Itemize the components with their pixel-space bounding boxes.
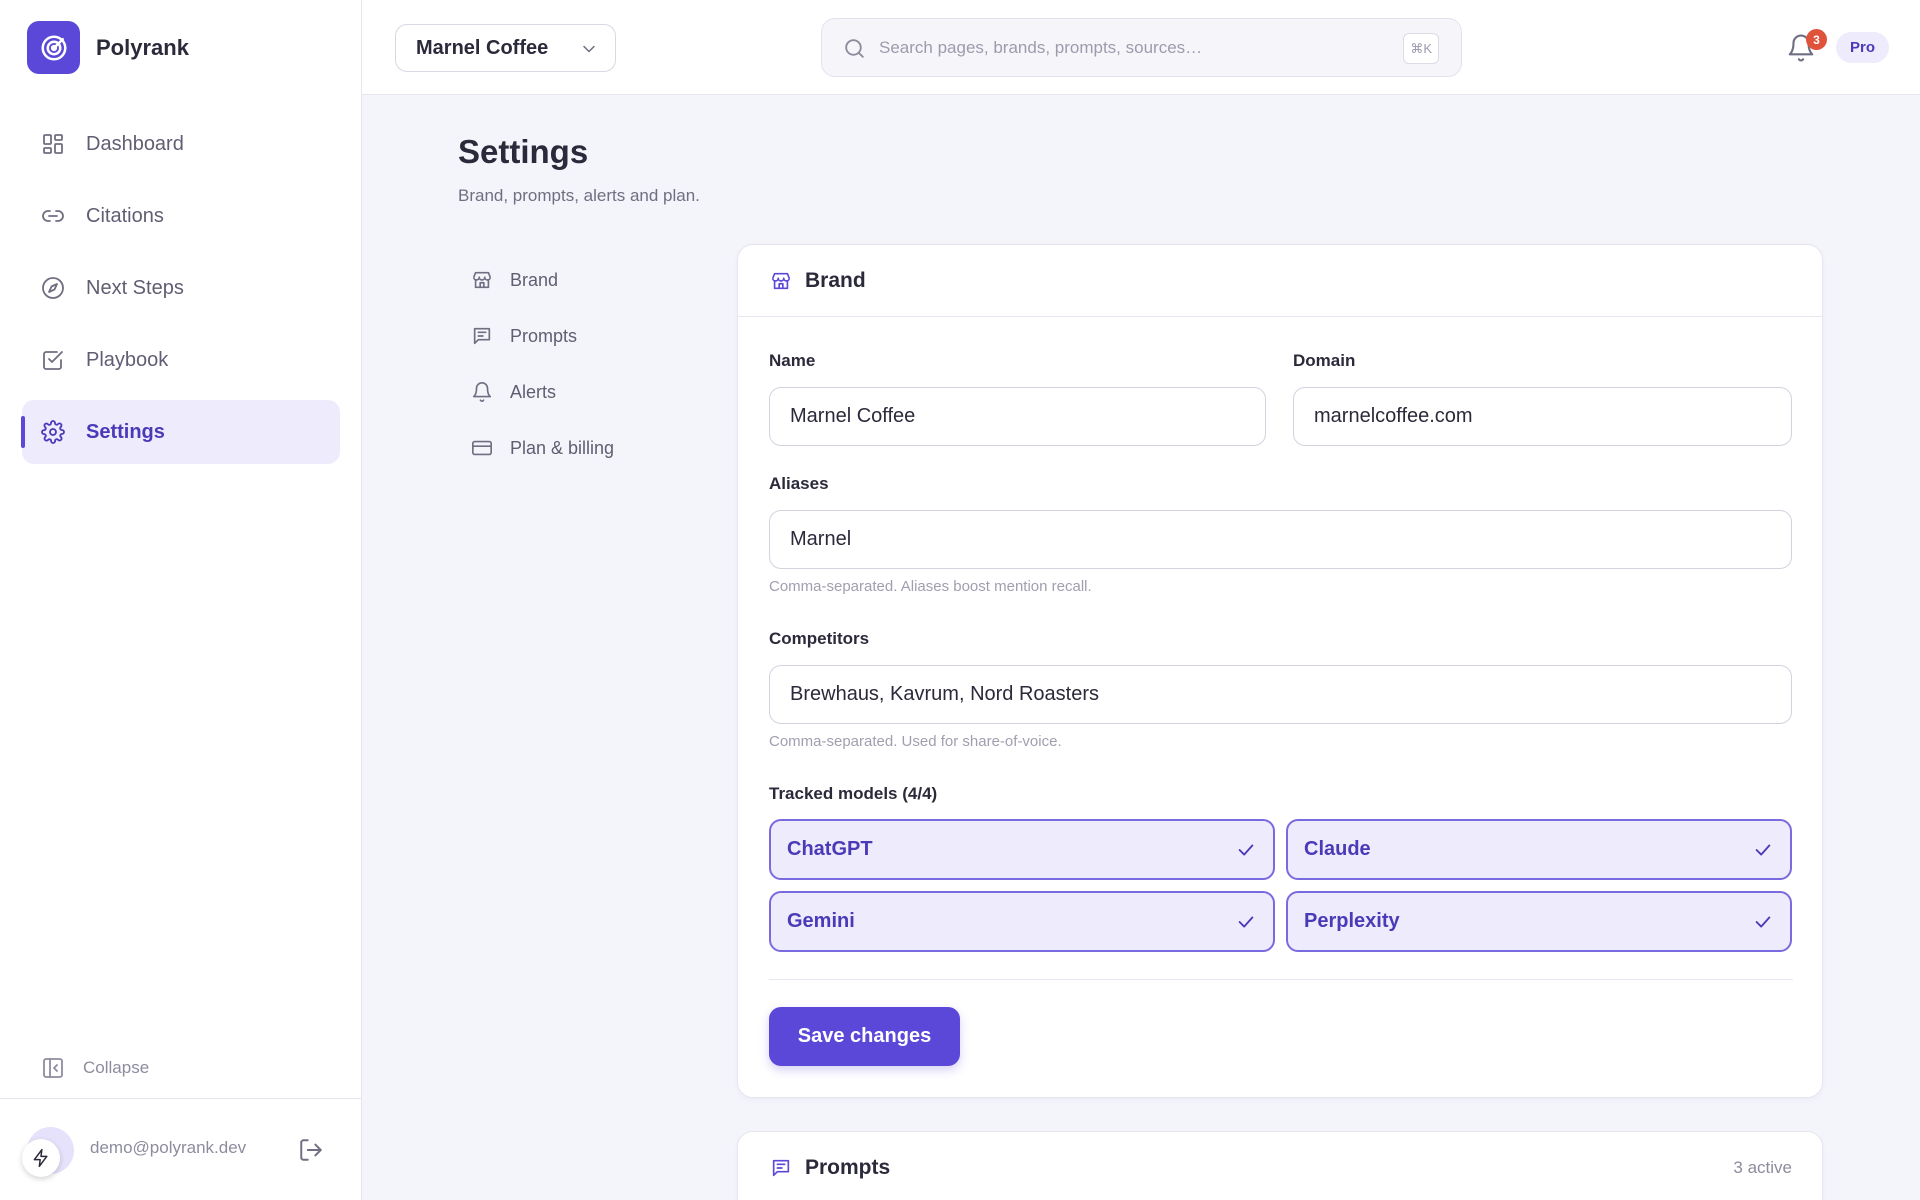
check-icon: [1235, 839, 1257, 861]
store-icon: [769, 269, 793, 293]
aliases-field[interactable]: [769, 510, 1792, 569]
subnav-item-label: Brand: [510, 269, 559, 290]
model-label: Gemini: [787, 910, 855, 932]
domain-label: Domain: [1293, 351, 1356, 370]
prompts-card-header: Prompts 3 active: [738, 1132, 1822, 1200]
subnav-item-plan-billing[interactable]: Plan & billing: [470, 420, 690, 476]
collapse-icon: [41, 1056, 65, 1080]
page-subtitle: Brand, prompts, alerts and plan.: [458, 186, 700, 205]
prompts-active-count: 3 active: [1733, 1158, 1792, 1177]
brand-selector-value: Marnel Coffee: [416, 36, 549, 59]
search-bar: ⌘K: [821, 18, 1462, 77]
notification-count-badge: 3: [1806, 29, 1827, 50]
sidebar-item-dashboard[interactable]: Dashboard: [22, 112, 340, 176]
main-nav: Dashboard Citations Next Steps Playbook …: [21, 112, 340, 472]
domain-field[interactable]: [1293, 387, 1792, 446]
link-icon: [40, 203, 66, 229]
search-shortcut: ⌘K: [1403, 33, 1439, 64]
chevron-down-icon: [579, 39, 599, 59]
sidebar-item-playbook[interactable]: Playbook: [22, 328, 340, 392]
model-toggle-chatgpt[interactable]: ChatGPT: [769, 819, 1275, 880]
sidebar-item-label: Playbook: [86, 348, 169, 371]
check-icon: [1235, 911, 1257, 933]
subnav-item-label: Plan & billing: [510, 437, 615, 458]
name-field[interactable]: [769, 387, 1266, 446]
brand-selector[interactable]: Marnel Coffee: [395, 24, 616, 72]
aliases-label: Aliases: [769, 474, 829, 493]
model-toggle-claude[interactable]: Claude: [1286, 819, 1792, 880]
collapse-button[interactable]: Collapse: [41, 1056, 149, 1080]
bolt-icon[interactable]: [22, 1139, 60, 1177]
sidebar-item-next-steps[interactable]: Next Steps: [22, 256, 340, 320]
name-label: Name: [769, 351, 816, 370]
user-footer: demo@polyrank.dev: [0, 1098, 362, 1200]
prompts-card: Prompts 3 active: [737, 1131, 1823, 1200]
check-icon: [1752, 911, 1774, 933]
bell-icon: [470, 380, 494, 404]
model-toggle-perplexity[interactable]: Perplexity: [1286, 891, 1792, 952]
page-title: Settings: [458, 133, 589, 170]
grid-icon: [40, 131, 66, 157]
brand-card: Brand Name Domain Aliases Comma-separate…: [737, 244, 1823, 1098]
subnav-item-prompts[interactable]: Prompts: [470, 308, 690, 364]
model-label: Perplexity: [1304, 910, 1400, 932]
brand-card-title: Brand: [805, 268, 866, 292]
sidebar-item-label: Citations: [86, 204, 164, 227]
subnav-item-label: Alerts: [510, 381, 557, 402]
sidebar: Polyrank Dashboard Citations Next Steps …: [0, 0, 362, 1200]
subnav-item-label: Prompts: [510, 325, 578, 346]
sidebar-item-label: Next Steps: [86, 276, 184, 299]
user-email: demo@polyrank.dev: [90, 1138, 247, 1157]
card-icon: [470, 436, 494, 460]
tracked-models-label: Tracked models (4/4): [769, 784, 938, 803]
brand-card-header: Brand: [738, 245, 1822, 317]
model-label: ChatGPT: [787, 838, 873, 860]
gear-icon: [40, 419, 66, 445]
settings-subnav: Brand Prompts Alerts Plan & billing: [470, 252, 690, 476]
search-icon: [842, 36, 867, 61]
check-icon: [1752, 839, 1774, 861]
competitors-hint: Comma-separated. Used for share-of-voice…: [769, 733, 1062, 750]
message-icon: [769, 1156, 793, 1180]
sidebar-item-settings[interactable]: Settings: [21, 400, 340, 464]
checkbox-icon: [40, 347, 66, 373]
store-icon: [470, 268, 494, 292]
message-icon: [470, 324, 494, 348]
polyrank-logo-icon: [27, 21, 80, 74]
sidebar-item-citations[interactable]: Citations: [22, 184, 340, 248]
subnav-item-brand[interactable]: Brand: [470, 252, 690, 308]
prompts-card-title: Prompts: [805, 1156, 891, 1179]
compass-icon: [40, 275, 66, 301]
competitors-field[interactable]: [769, 665, 1792, 724]
competitors-label: Competitors: [769, 629, 870, 648]
model-toggle-gemini[interactable]: Gemini: [769, 891, 1275, 952]
logout-icon[interactable]: [298, 1137, 324, 1163]
app-name: Polyrank: [96, 34, 189, 60]
collapse-label: Collapse: [83, 1058, 150, 1077]
model-label: Claude: [1304, 838, 1371, 860]
top-bar: Marnel Coffee ⌘K 3 Pro: [362, 0, 1920, 95]
save-button[interactable]: Save changes: [769, 1007, 960, 1066]
aliases-hint: Comma-separated. Aliases boost mention r…: [769, 578, 1092, 595]
plan-badge[interactable]: Pro: [1836, 32, 1889, 63]
divider: [769, 979, 1793, 980]
sidebar-item-label: Settings: [86, 420, 165, 443]
search-input[interactable]: [879, 33, 1379, 63]
sidebar-item-label: Dashboard: [86, 132, 184, 155]
brand[interactable]: Polyrank: [27, 21, 189, 74]
subnav-item-alerts[interactable]: Alerts: [470, 364, 690, 420]
